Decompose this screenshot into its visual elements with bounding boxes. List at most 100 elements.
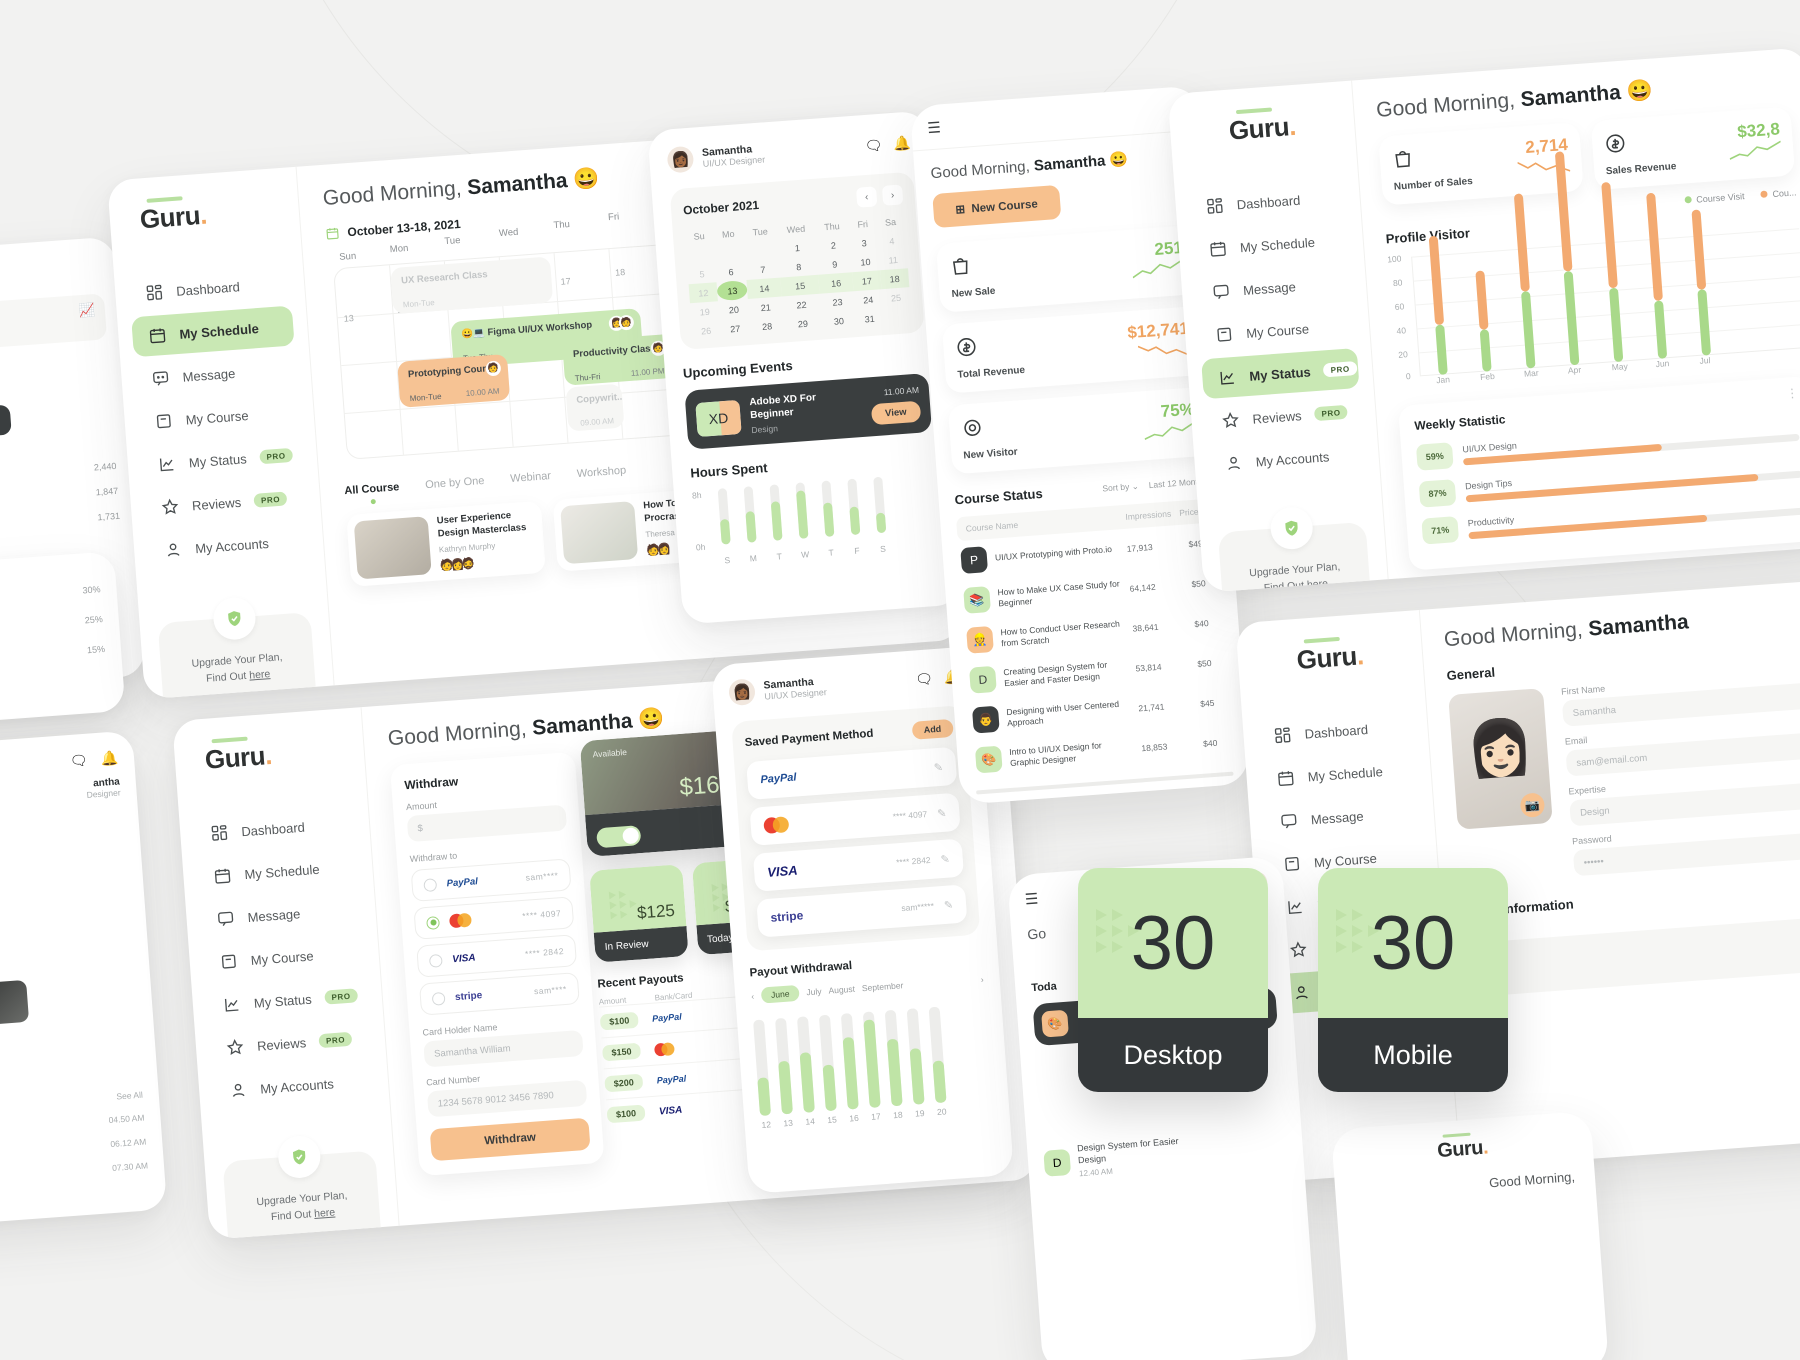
calendar-day[interactable]: 3	[850, 232, 879, 253]
get-pro-button[interactable]: Get Pro Now	[254, 1231, 358, 1240]
calendar-day[interactable]	[686, 244, 715, 265]
calendar-day[interactable]: 31	[855, 308, 884, 329]
more-options-icon[interactable]: ⋮	[1786, 386, 1799, 401]
camera-icon[interactable]: 📷	[1519, 792, 1546, 819]
calendar-grid[interactable]: Su Mo Tue Wed Thu Fri Sa 1 2 3 4 5 6 7 8…	[684, 212, 912, 341]
course-card[interactable]: User Experience Design Masterclass Kathr…	[346, 500, 546, 587]
calendar-day[interactable]: 19	[690, 301, 719, 322]
calendar-day[interactable]: 30	[821, 310, 857, 331]
payment-method-paypal[interactable]: PayPal sam****	[410, 858, 572, 902]
sidebar-item-my-accounts[interactable]: My Accounts	[212, 1060, 375, 1112]
logo[interactable]: Guru.	[1237, 636, 1423, 680]
view-event-button[interactable]: View	[870, 400, 922, 426]
calendar-day[interactable]: 21	[748, 297, 783, 318]
calendar-day[interactable]: 5	[687, 263, 716, 284]
payment-method-visa[interactable]: VISA **** 2842	[416, 934, 578, 978]
avatar-upload[interactable]: 👩🏻 📷	[1448, 688, 1553, 830]
schedule-event[interactable]: Prototyping Course Mon-Tue 10.00 AM 🧑	[397, 353, 511, 408]
calendar-day[interactable]	[883, 306, 913, 327]
saved-method-visa[interactable]: VISA **** 2842 ✎	[752, 838, 965, 892]
calendar-day[interactable]: 14	[747, 278, 782, 299]
calendar-day[interactable]: 6	[715, 261, 746, 282]
payment-method-mastercard[interactable]: **** 4097	[413, 896, 575, 940]
next-month-button[interactable]: ›	[881, 184, 904, 206]
edit-icon[interactable]: ✎	[940, 852, 950, 866]
add-payment-button[interactable]: Add	[911, 718, 954, 740]
calendar-day[interactable]: 27	[719, 318, 750, 339]
avatar[interactable]: 👩🏾	[666, 145, 695, 174]
tab-webinar[interactable]: Webinar	[510, 470, 552, 485]
logo[interactable]: Guru.	[1169, 107, 1355, 151]
tab-workshop[interactable]: Workshop	[576, 465, 626, 481]
withdraw-button[interactable]: Withdraw	[0, 404, 12, 444]
calendar-day[interactable]: 7	[745, 259, 780, 280]
media-thumb[interactable]	[0, 979, 30, 1025]
radio[interactable]	[431, 991, 446, 1006]
calendar-day[interactable]	[714, 242, 745, 263]
sidebar-item-label: Reviews	[191, 494, 242, 513]
chat-icon[interactable]: 🗨	[915, 670, 934, 688]
weekday: Su	[693, 231, 706, 242]
radio[interactable]	[428, 953, 443, 968]
sidebar-item-my-accounts[interactable]: My Accounts	[1207, 434, 1366, 485]
next-month-button[interactable]: ›	[980, 974, 984, 984]
calendar-day[interactable]: 26	[691, 320, 720, 341]
calendar-day[interactable]	[744, 240, 779, 261]
schedule-event[interactable]: Productivity Class Thu-Fri 11.00 PM 🧑	[562, 333, 676, 386]
month-chip-august[interactable]: August	[828, 984, 855, 996]
upsell-link[interactable]: here	[314, 1206, 336, 1220]
calendar-day[interactable]: 23	[820, 291, 856, 312]
payment-method-stripe[interactable]: stripe sam****	[418, 972, 580, 1016]
upsell-link[interactable]: here	[249, 668, 271, 682]
calendar-day[interactable]: 28	[750, 315, 785, 336]
calendar-day[interactable]: 16	[818, 272, 854, 293]
calendar-day[interactable]: 12	[689, 282, 718, 303]
balance-toggle[interactable]	[596, 825, 642, 849]
edit-icon[interactable]: ✎	[943, 898, 953, 912]
chat-icon[interactable]: 🗨	[864, 136, 883, 154]
logo[interactable]: Guru.	[174, 733, 365, 778]
calendar-day[interactable]: 2	[816, 234, 852, 255]
schedule-event[interactable]: Copywrit... 09.00 AM	[565, 383, 625, 432]
calendar-day[interactable]: 11	[878, 249, 908, 270]
saved-method-paypal[interactable]: PayPal ✎	[746, 746, 958, 800]
sort-by-dropdown[interactable]: Sort by ⌄	[1102, 481, 1139, 495]
calendar-day[interactable]: 20	[718, 299, 749, 320]
prev-month-button[interactable]: ‹	[855, 186, 878, 208]
calendar-day[interactable]: 17	[852, 270, 881, 291]
see-all-link[interactable]: See All	[116, 1089, 143, 1101]
tab-one-by-one[interactable]: One by One	[425, 475, 485, 491]
radio[interactable]	[423, 877, 438, 892]
prev-month-button[interactable]: ‹	[751, 991, 755, 1001]
radio-selected[interactable]	[426, 915, 440, 930]
calendar-day[interactable]: 4	[877, 230, 907, 251]
calendar-day[interactable]: 25	[881, 287, 911, 308]
hamburger-icon[interactable]: ☰	[927, 118, 942, 137]
edit-icon[interactable]: ✎	[937, 806, 947, 820]
get-pro-button[interactable]: Get Pro Now	[189, 693, 293, 700]
calendar-day[interactable]: 29	[783, 313, 822, 335]
month-chip-june[interactable]: June	[760, 984, 801, 1004]
tab-all-course[interactable]: All Course	[344, 481, 400, 497]
calendar-day[interactable]: 10	[851, 251, 880, 272]
calendar-day[interactable]: 9	[817, 253, 853, 274]
bell-icon[interactable]: 🔔	[893, 134, 912, 152]
withdraw-submit-button[interactable]: Withdraw	[429, 1117, 591, 1162]
calendar-day-selected[interactable]: 13	[716, 280, 749, 302]
calendar-day[interactable]: 24	[854, 289, 883, 310]
chat-icon[interactable]: 🗨	[69, 752, 88, 770]
avatar[interactable]: 👩🏾	[728, 678, 756, 707]
logo[interactable]: Guru.	[109, 193, 300, 238]
calendar-day[interactable]: 18	[880, 268, 910, 289]
logo[interactable]: Guru.	[1352, 1130, 1573, 1169]
edit-icon[interactable]: ✎	[933, 760, 943, 774]
saved-method-stripe[interactable]: stripe sam***** ✎	[756, 884, 968, 938]
hamburger-icon[interactable]: ☰	[1024, 890, 1039, 909]
saved-method-mastercard[interactable]: **** 4097 ✎	[749, 792, 961, 846]
bell-icon[interactable]: 🔔	[100, 750, 119, 768]
sidebar-item-my-accounts[interactable]: My Accounts	[147, 520, 310, 572]
month-chip-september[interactable]: September	[862, 980, 904, 993]
upcoming-event-card[interactable]: XD Adobe XD For Beginner Design 11.00 AM…	[684, 373, 933, 450]
new-course-button[interactable]: ⊞ New Course	[932, 184, 1061, 229]
month-chip-july[interactable]: July	[806, 986, 822, 997]
